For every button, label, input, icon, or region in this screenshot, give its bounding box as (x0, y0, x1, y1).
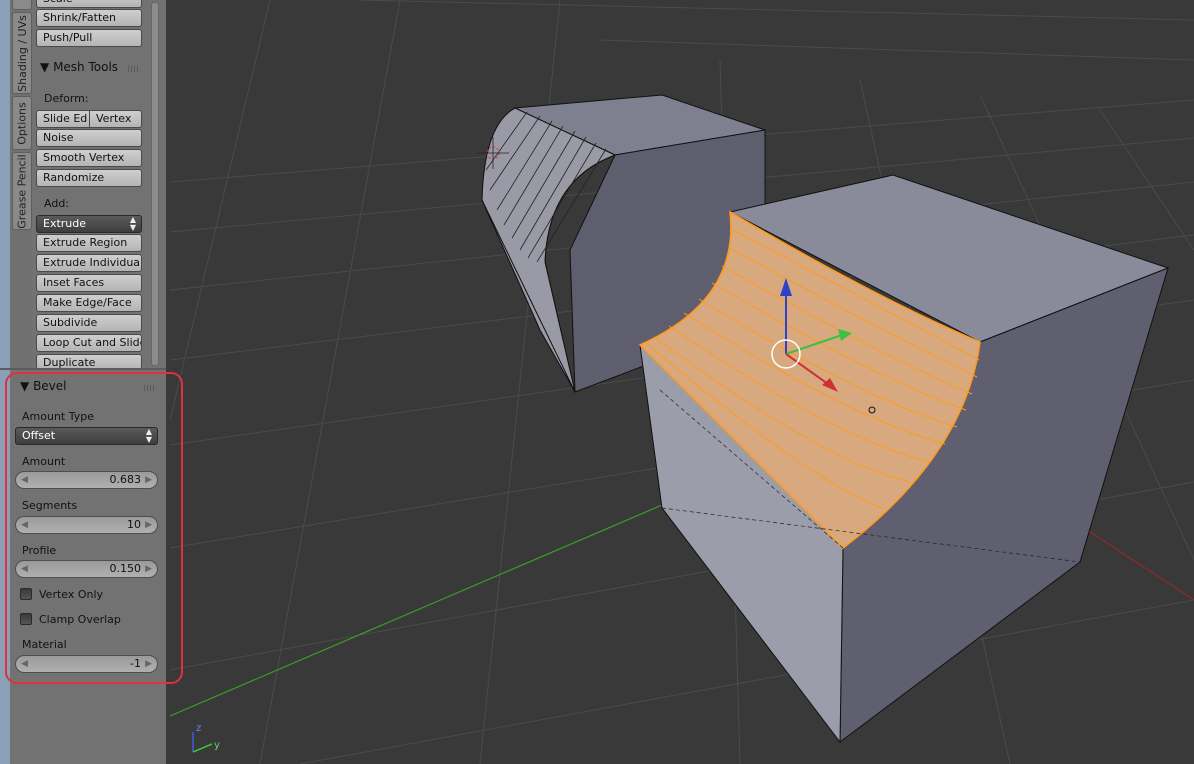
tab-shading-uvs[interactable]: Shading / UVs (12, 12, 32, 94)
updown-arrows-icon: ▲ ▼ (129, 215, 136, 232)
noise-button[interactable]: Noise (36, 129, 142, 147)
extrude-region-button[interactable]: Extrude Region (36, 234, 142, 252)
push-pull-button[interactable]: Push/Pull (36, 29, 142, 47)
randomize-button[interactable]: Randomize (36, 169, 142, 187)
slide-edge-button[interactable]: Slide Ed (36, 110, 90, 128)
make-edge-face-button[interactable]: Make Edge/Face (36, 294, 142, 312)
mesh-tools-header[interactable]: ▼ Mesh Tools (40, 60, 118, 74)
gizmo-z-label: z (196, 723, 201, 734)
deform-label: Deform: (44, 92, 89, 105)
tab-shading-uvs-label: Shading / UVs (15, 14, 29, 92)
inset-faces-button[interactable]: Inset Faces (36, 274, 142, 292)
tab-options[interactable]: Options (12, 96, 32, 150)
add-label: Add: (44, 197, 70, 210)
gizmo-y-label: y (214, 740, 220, 751)
slide-vertex-button[interactable]: Vertex (89, 110, 142, 128)
tab-grease-pencil-label: Grease Pencil (15, 153, 29, 229)
tab-options-label: Options (15, 101, 29, 145)
extrude-dropdown-value: Extrude (43, 217, 87, 230)
red-highlight-annotation (5, 372, 183, 684)
tool-shelf-scrollbar[interactable] (150, 0, 159, 370)
extrude-dropdown[interactable]: Extrude ▲ ▼ (36, 215, 142, 233)
panel-drag-grip-icon[interactable] (128, 66, 140, 72)
loop-cut-slide-button[interactable]: Loop Cut and Slide (36, 334, 142, 352)
mesh-tools-title: Mesh Tools (53, 60, 119, 74)
tab-tools[interactable] (12, 0, 32, 10)
extrude-individual-button[interactable]: Extrude Individual (36, 254, 142, 272)
scrollbar-thumb[interactable] (151, 2, 159, 366)
collapse-triangle-icon: ▼ (40, 60, 50, 74)
smooth-vertex-button[interactable]: Smooth Vertex (36, 149, 142, 167)
subdivide-button[interactable]: Subdivide (36, 314, 142, 332)
tab-grease-pencil[interactable]: Grease Pencil (12, 152, 32, 230)
shrink-fatten-button[interactable]: Shrink/Fatten (36, 9, 142, 27)
scale-button[interactable]: Scale (36, 0, 142, 8)
